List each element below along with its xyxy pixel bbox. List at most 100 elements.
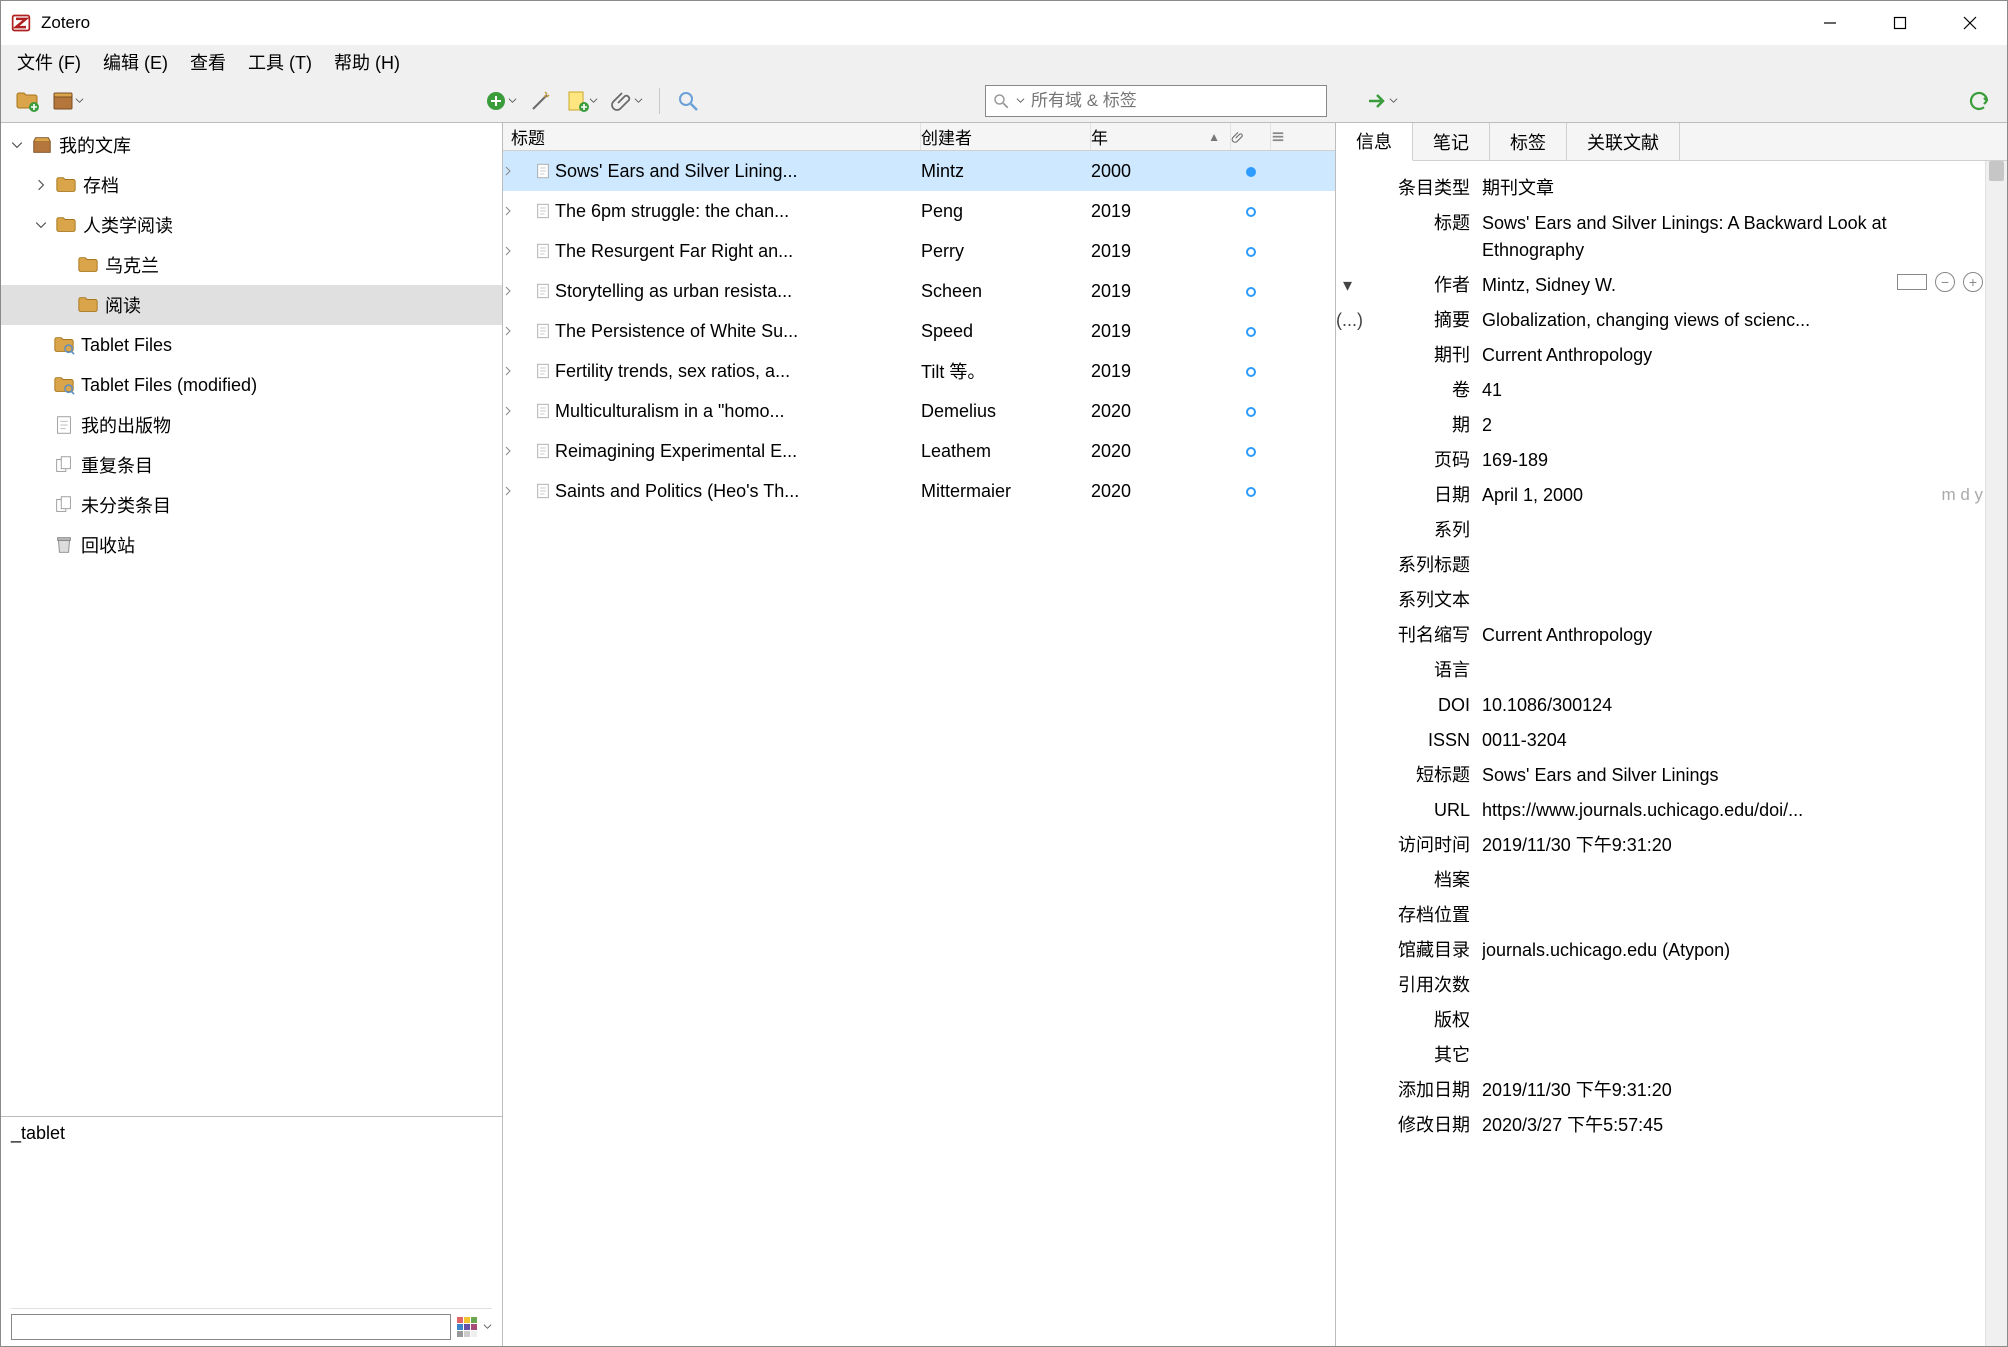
- new-note-button[interactable]: [563, 87, 600, 115]
- twisty-open-icon[interactable]: [33, 219, 49, 231]
- item-row[interactable]: The Persistence of White Su...Speed2019: [503, 311, 1335, 351]
- locate-button[interactable]: [1363, 87, 1400, 115]
- column-title[interactable]: 标题: [503, 123, 921, 150]
- field-author[interactable]: ▾ 作者 Mintz, Sidney W. − +: [1336, 268, 1991, 303]
- column-year[interactable]: 年▲: [1091, 123, 1231, 150]
- menu-file[interactable]: 文件 (F): [9, 45, 89, 79]
- tag-item[interactable]: _tablet: [11, 1123, 65, 1143]
- field-series[interactable]: 系列: [1336, 513, 1991, 548]
- field-accessed[interactable]: 访问时间2019/11/30 下午9:31:20: [1336, 828, 1991, 863]
- collection-archive[interactable]: 存档: [1, 165, 502, 205]
- item-row[interactable]: The 6pm struggle: the chan...Peng2019: [503, 191, 1335, 231]
- expand-toggle[interactable]: [503, 206, 531, 216]
- field-issn[interactable]: ISSN0011-3204: [1336, 723, 1991, 758]
- twisty-open-icon[interactable]: [9, 139, 25, 151]
- expand-toggle[interactable]: [503, 406, 531, 416]
- item-row[interactable]: The Resurgent Far Right an...Perry2019: [503, 231, 1335, 271]
- chevron-down-icon[interactable]: [1016, 96, 1025, 105]
- new-item-button[interactable]: [482, 87, 519, 115]
- item-row[interactable]: Fertility trends, sex ratios, a...Tilt 等…: [503, 351, 1335, 391]
- collection-anthro-reading[interactable]: 人类学阅读: [1, 205, 502, 245]
- item-row[interactable]: Reimagining Experimental E...Leathem2020: [503, 431, 1335, 471]
- field-archive[interactable]: 档案: [1336, 863, 1991, 898]
- field-abstract[interactable]: (...)摘要Globalization, changing views of …: [1336, 303, 1991, 338]
- expand-toggle[interactable]: [503, 486, 531, 496]
- collection-ukraine[interactable]: 乌克兰: [1, 245, 502, 285]
- field-language[interactable]: 语言: [1336, 653, 1991, 688]
- new-library-button[interactable]: [49, 87, 86, 115]
- unfiled-items[interactable]: 未分类条目: [1, 485, 502, 525]
- field-date[interactable]: 日期April 1, 2000m d y: [1336, 478, 1991, 513]
- menu-view[interactable]: 查看: [182, 45, 234, 79]
- sync-button[interactable]: [1965, 87, 1993, 115]
- duplicate-items[interactable]: 重复条目: [1, 445, 502, 485]
- item-row[interactable]: Storytelling as urban resista...Scheen20…: [503, 271, 1335, 311]
- field-date-modified[interactable]: 修改日期2020/3/27 下午5:57:45: [1336, 1108, 1991, 1143]
- remove-creator-button[interactable]: −: [1935, 272, 1955, 292]
- expand-toggle[interactable]: [503, 326, 531, 336]
- scrollbar-thumb[interactable]: [1989, 161, 2004, 181]
- field-item-type[interactable]: 条目类型期刊文章: [1336, 171, 1991, 206]
- collections-tree[interactable]: 我的文库 存档 人类学阅读 乌克兰 阅读: [1, 123, 502, 1116]
- expand-toggle[interactable]: [503, 166, 531, 176]
- menu-help[interactable]: 帮助 (H): [326, 45, 408, 79]
- menu-tools[interactable]: 工具 (T): [240, 45, 320, 79]
- expand-toggle[interactable]: [503, 246, 531, 256]
- field-citations[interactable]: 引用次数: [1336, 968, 1991, 1003]
- add-by-id-button[interactable]: [527, 87, 555, 115]
- tab-related[interactable]: 关联文献: [1567, 123, 1680, 160]
- field-issue[interactable]: 期2: [1336, 408, 1991, 443]
- chevron-down-icon[interactable]: [483, 1322, 492, 1331]
- field-url[interactable]: URLhttps://www.journals.uchicago.edu/doi…: [1336, 793, 1991, 828]
- collection-tablet-files-mod[interactable]: Tablet Files (modified): [1, 365, 502, 405]
- field-series-title[interactable]: 系列标题: [1336, 548, 1991, 583]
- minimize-button[interactable]: [1795, 1, 1865, 45]
- field-catalog[interactable]: 馆藏目录journals.uchicago.edu (Atypon): [1336, 933, 1991, 968]
- collection-tablet-files[interactable]: Tablet Files: [1, 325, 502, 365]
- field-title[interactable]: 标题Sows' Ears and Silver Linings: A Backw…: [1336, 206, 1991, 268]
- collection-reading[interactable]: 阅读: [1, 285, 502, 325]
- tag-list[interactable]: _tablet: [11, 1123, 492, 1308]
- field-loc[interactable]: 存档位置: [1336, 898, 1991, 933]
- field-doi[interactable]: DOI10.1086/300124: [1336, 688, 1991, 723]
- field-pages[interactable]: 页码169-189: [1336, 443, 1991, 478]
- tab-notes[interactable]: 笔记: [1413, 123, 1490, 160]
- field-journal-abbr[interactable]: 刊名缩写Current Anthropology: [1336, 618, 1991, 653]
- field-short-title[interactable]: 短标题Sows' Ears and Silver Linings: [1336, 758, 1991, 793]
- expand-toggle[interactable]: [503, 446, 531, 456]
- field-series-text[interactable]: 系列文本: [1336, 583, 1991, 618]
- field-volume[interactable]: 卷41: [1336, 373, 1991, 408]
- attach-button[interactable]: [608, 87, 645, 115]
- item-row[interactable]: Sows' Ears and Silver Lining...Mintz2000: [503, 151, 1335, 191]
- search-input[interactable]: [1031, 91, 1320, 111]
- tab-tags[interactable]: 标签: [1490, 123, 1567, 160]
- tag-filter-input[interactable]: [11, 1314, 451, 1340]
- twisty-closed-icon[interactable]: [33, 179, 49, 191]
- maximize-button[interactable]: [1865, 1, 1935, 45]
- advanced-search-button[interactable]: [674, 87, 702, 115]
- column-picker[interactable]: [1271, 123, 1303, 150]
- twisty-icon[interactable]: ▾: [1336, 272, 1356, 299]
- field-publication[interactable]: 期刊Current Anthropology: [1336, 338, 1991, 373]
- column-creator[interactable]: 创建者: [921, 123, 1091, 150]
- field-date-added[interactable]: 添加日期2019/11/30 下午9:31:20: [1336, 1073, 1991, 1108]
- library-my-library[interactable]: 我的文库: [1, 125, 502, 165]
- add-creator-button[interactable]: +: [1963, 272, 1983, 292]
- column-attachment[interactable]: [1231, 123, 1271, 150]
- item-row[interactable]: Multiculturalism in a "homo...Demelius20…: [503, 391, 1335, 431]
- close-button[interactable]: [1935, 1, 2005, 45]
- creator-mode-toggle[interactable]: [1897, 274, 1927, 290]
- new-collection-button[interactable]: [13, 87, 41, 115]
- item-row[interactable]: Saints and Politics (Heo's Th...Mitterma…: [503, 471, 1335, 511]
- my-publications[interactable]: 我的出版物: [1, 405, 502, 445]
- expand-toggle[interactable]: [503, 286, 531, 296]
- scrollbar[interactable]: [1985, 161, 2007, 1346]
- menu-edit[interactable]: 编辑 (E): [95, 45, 176, 79]
- expand-toggle[interactable]: [503, 366, 531, 376]
- field-extra[interactable]: 其它: [1336, 1038, 1991, 1073]
- color-swatches-icon[interactable]: [457, 1317, 477, 1337]
- field-rights[interactable]: 版权: [1336, 1003, 1991, 1038]
- tab-info[interactable]: 信息: [1336, 123, 1413, 161]
- trash[interactable]: 回收站: [1, 525, 502, 565]
- items-list[interactable]: Sows' Ears and Silver Lining...Mintz2000…: [503, 151, 1335, 1346]
